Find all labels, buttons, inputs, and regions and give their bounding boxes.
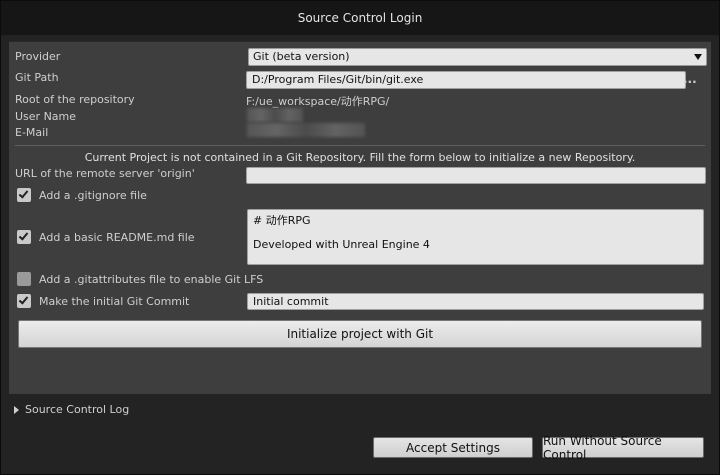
readme-label: Add a basic README.md file — [39, 231, 195, 244]
git-path-field[interactable]: D:/Program Files/Git/bin/git.exe — [246, 71, 686, 89]
initial-commit-label: Make the initial Git Commit — [39, 295, 190, 308]
window-title: Source Control Login — [297, 11, 423, 25]
user-name-redacted — [247, 108, 303, 122]
source-control-login-window: Source Control Login Provider Git (beta … — [0, 0, 720, 475]
remote-url-label: URL of the remote server 'origin' — [15, 167, 195, 180]
gitattributes-checkbox[interactable] — [17, 272, 31, 286]
initial-commit-checkbox[interactable] — [17, 294, 31, 308]
provider-selected-value: Git (beta version) — [253, 50, 350, 63]
gitattributes-label: Add a .gitattributes file to enable Git … — [39, 273, 264, 286]
provider-dropdown[interactable]: Git (beta version) — [248, 48, 707, 66]
readme-checkbox[interactable] — [17, 230, 31, 244]
email-redacted — [247, 123, 365, 137]
readme-content-field[interactable]: # 动作RPG Developed with Unreal Engine 4 — [247, 209, 704, 265]
provider-label: Provider — [15, 50, 61, 63]
checkmark-icon — [18, 294, 29, 305]
commit-message-value: Initial commit — [253, 295, 329, 308]
browse-button[interactable]: ... — [683, 72, 697, 86]
expand-arrow-icon — [14, 405, 19, 414]
git-path-value: D:/Program Files/Git/bin/git.exe — [252, 73, 424, 86]
repository-notice: Current Project is not contained in a Gi… — [84, 151, 636, 164]
user-name-label: User Name — [15, 110, 77, 123]
email-label: E-Mail — [15, 126, 49, 139]
gitignore-label: Add a .gitignore file — [39, 189, 147, 202]
source-control-log-toggle[interactable]: Source Control Log — [14, 403, 129, 416]
settings-panel: Provider Git (beta version) Git Path D:/… — [9, 41, 711, 394]
commit-message-field[interactable]: Initial commit — [247, 293, 704, 310]
root-value: F:/ue_workspace/动作RPG/ — [246, 95, 390, 108]
chevron-down-icon — [694, 54, 702, 60]
initialize-git-button[interactable]: Initialize project with Git — [18, 320, 702, 348]
accept-settings-button[interactable]: Accept Settings — [373, 437, 533, 458]
readme-line-2: Developed with Unreal Engine 4 — [253, 238, 430, 251]
remote-url-field[interactable] — [246, 167, 706, 184]
git-path-label: Git Path — [15, 71, 59, 84]
checkmark-icon — [18, 188, 29, 199]
gitignore-checkbox[interactable] — [17, 188, 31, 202]
source-control-log-label: Source Control Log — [25, 403, 130, 416]
root-label: Root of the repository — [15, 93, 135, 106]
readme-line-1: # 动作RPG — [253, 214, 311, 227]
title-bar: Source Control Login — [1, 1, 719, 35]
run-without-source-control-button[interactable]: Run Without Source Control — [542, 434, 704, 462]
checkmark-icon — [18, 230, 29, 241]
divider — [15, 145, 705, 146]
